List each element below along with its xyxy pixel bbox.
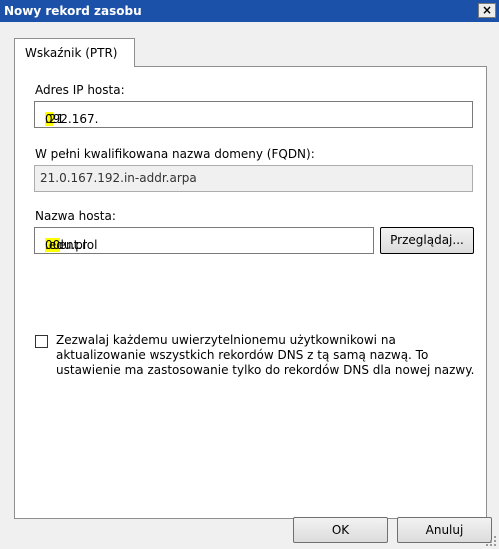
close-button[interactable]: × xyxy=(478,3,496,18)
host-name-input[interactable]: klient.rol 00 .edu.pl xyxy=(34,227,374,254)
fqdn-value: 21.0.167.192.in-addr.arpa xyxy=(40,171,197,185)
allow-update-checkbox[interactable] xyxy=(35,335,48,348)
resize-grip-icon[interactable] xyxy=(485,535,497,547)
tab-ptr[interactable]: Wskaźnik (PTR) xyxy=(14,38,135,67)
ip-address-input[interactable]: 192.167. 0.21 xyxy=(34,101,473,128)
host-name-label: Nazwa hosta: xyxy=(35,209,116,223)
window-title: Nowy rekord zasobu xyxy=(4,4,142,18)
cancel-button[interactable]: Anuluj xyxy=(397,517,492,543)
browse-button[interactable]: Przeglądaj... xyxy=(380,227,474,254)
fqdn-label: W pełni kwalifikowana nazwa domeny (FQDN… xyxy=(35,147,315,161)
close-icon: × xyxy=(481,3,493,17)
ok-button[interactable]: OK xyxy=(293,517,388,543)
tab-ptr-label: Wskaźnik (PTR) xyxy=(25,46,118,60)
allow-update-label: Zezwalaj każdemu uwierzytelnionemu użytk… xyxy=(56,333,475,377)
fqdn-field: 21.0.167.192.in-addr.arpa xyxy=(34,165,473,192)
title-bar[interactable]: Nowy rekord zasobu × xyxy=(0,0,499,22)
ip-address-label: Adres IP hosta: xyxy=(35,83,125,97)
tab-panel xyxy=(14,66,487,519)
